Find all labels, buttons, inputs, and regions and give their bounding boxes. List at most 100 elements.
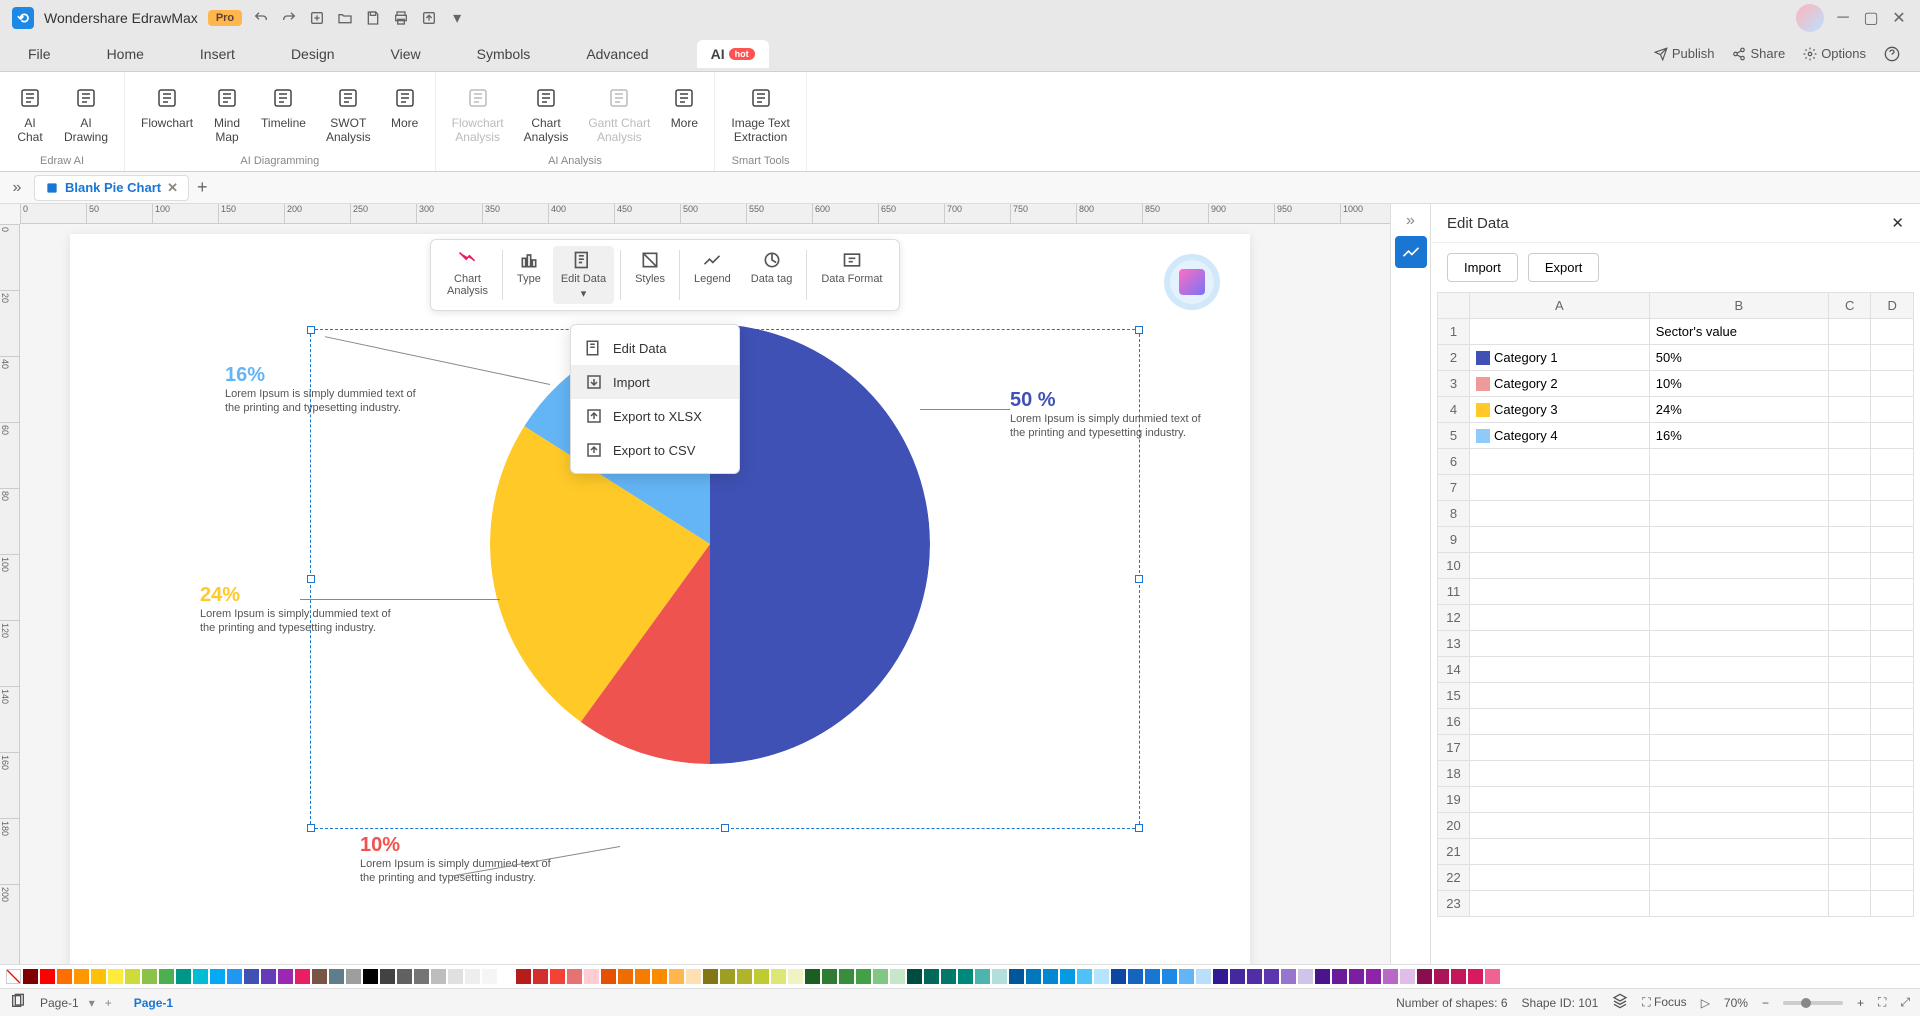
menu-symbols[interactable]: Symbols [469, 40, 539, 68]
ribbon-btn[interactable]: AI Drawing [60, 80, 112, 149]
export-icon[interactable] [420, 9, 438, 27]
color-swatch[interactable] [958, 969, 973, 984]
menu-home[interactable]: Home [99, 40, 152, 68]
color-swatch[interactable] [1026, 969, 1041, 984]
color-swatch[interactable] [1213, 969, 1228, 984]
page-tab[interactable]: Page-1 [126, 996, 181, 1010]
color-swatch[interactable] [1281, 969, 1296, 984]
color-swatch[interactable] [1145, 969, 1160, 984]
dd-export-xlsx[interactable]: Export to XLSX [571, 399, 739, 433]
color-swatch[interactable] [244, 969, 259, 984]
color-swatch[interactable] [74, 969, 89, 984]
color-swatch[interactable] [924, 969, 939, 984]
collapse-panel-icon[interactable]: » [1406, 212, 1415, 230]
menu-view[interactable]: View [383, 40, 429, 68]
color-swatch[interactable] [771, 969, 786, 984]
color-swatch[interactable] [669, 969, 684, 984]
color-swatch[interactable] [1400, 969, 1415, 984]
open-icon[interactable] [336, 9, 354, 27]
color-swatch[interactable] [703, 969, 718, 984]
color-swatch[interactable] [1060, 969, 1075, 984]
print-icon[interactable] [392, 9, 410, 27]
export-button[interactable]: Export [1528, 253, 1600, 282]
color-swatch[interactable] [1247, 969, 1262, 984]
help-icon[interactable] [1884, 46, 1900, 62]
ribbon-btn[interactable]: More [666, 80, 702, 134]
color-swatch[interactable] [397, 969, 412, 984]
color-swatch[interactable] [737, 969, 752, 984]
legend-button[interactable]: Legend [686, 246, 739, 304]
color-swatch[interactable] [380, 969, 395, 984]
color-swatch[interactable] [1383, 969, 1398, 984]
color-swatch[interactable] [1111, 969, 1126, 984]
color-swatch[interactable] [618, 969, 633, 984]
color-swatch[interactable] [1315, 969, 1330, 984]
menu-file[interactable]: File [20, 40, 59, 68]
color-swatch[interactable] [329, 969, 344, 984]
pages-icon[interactable] [10, 993, 26, 1012]
ai-assistant-icon[interactable] [1164, 254, 1220, 310]
undo-icon[interactable] [252, 9, 270, 27]
menu-insert[interactable]: Insert [192, 40, 243, 68]
color-swatch[interactable] [1451, 969, 1466, 984]
color-swatch[interactable] [941, 969, 956, 984]
color-swatch[interactable] [142, 969, 157, 984]
import-button[interactable]: Import [1447, 253, 1518, 282]
layers-icon[interactable] [1612, 993, 1628, 1012]
edit-data-button[interactable]: Edit Data ▾ [553, 246, 614, 304]
options-button[interactable]: Options [1803, 46, 1866, 62]
fit-icon[interactable]: ⛶ [1878, 995, 1886, 1010]
color-swatch[interactable] [346, 969, 361, 984]
dd-export-csv[interactable]: Export to CSV [571, 433, 739, 467]
dd-edit-data[interactable]: Edit Data [571, 331, 739, 365]
color-swatch[interactable] [363, 969, 378, 984]
new-icon[interactable] [308, 9, 326, 27]
color-swatch[interactable] [448, 969, 463, 984]
avatar[interactable] [1796, 4, 1824, 32]
more-icon[interactable]: ▾ [448, 9, 466, 27]
color-swatch[interactable] [686, 969, 701, 984]
color-swatch[interactable] [856, 969, 871, 984]
ribbon-btn[interactable]: SWOT Analysis [322, 80, 375, 149]
color-swatch[interactable] [414, 969, 429, 984]
menu-design[interactable]: Design [283, 40, 343, 68]
focus-button[interactable]: ⛶ Focus [1642, 995, 1686, 1010]
color-swatch[interactable] [652, 969, 667, 984]
ribbon-btn[interactable]: Mind Map [209, 80, 245, 149]
ribbon-btn[interactable]: More [387, 80, 423, 134]
dd-import[interactable]: Import [571, 365, 739, 399]
color-swatch[interactable] [210, 969, 225, 984]
fullscreen-icon[interactable]: ⤢ [1900, 995, 1910, 1010]
color-swatch[interactable] [890, 969, 905, 984]
play-icon[interactable]: ▷ [1701, 996, 1710, 1010]
save-icon[interactable] [364, 9, 382, 27]
color-swatch[interactable] [1230, 969, 1245, 984]
chart-analysis-button[interactable]: Chart Analysis [439, 246, 496, 304]
color-swatch[interactable] [312, 969, 327, 984]
menu-advanced[interactable]: Advanced [578, 40, 656, 68]
color-swatch[interactable] [1349, 969, 1364, 984]
color-swatch[interactable] [1196, 969, 1211, 984]
color-swatch[interactable] [601, 969, 616, 984]
color-swatch[interactable] [1179, 969, 1194, 984]
color-swatch[interactable] [1332, 969, 1347, 984]
color-swatch[interactable] [992, 969, 1007, 984]
color-swatch[interactable] [754, 969, 769, 984]
color-swatch[interactable] [278, 969, 293, 984]
color-swatch[interactable] [91, 969, 106, 984]
color-swatch[interactable] [1077, 969, 1092, 984]
zoom-in-icon[interactable]: + [1857, 996, 1864, 1010]
expand-sidebar-icon[interactable]: » [8, 179, 26, 197]
color-swatch[interactable] [482, 969, 497, 984]
color-swatch[interactable] [550, 969, 565, 984]
share-button[interactable]: Share [1732, 46, 1785, 62]
document-tab[interactable]: Blank Pie Chart ✕ [34, 175, 189, 201]
page-dropdown-icon[interactable]: ▾ [89, 996, 95, 1010]
color-swatch[interactable] [567, 969, 582, 984]
color-swatch[interactable] [1298, 969, 1313, 984]
color-swatch[interactable] [1468, 969, 1483, 984]
color-swatch[interactable] [584, 969, 599, 984]
color-swatch[interactable] [295, 969, 310, 984]
color-swatch[interactable] [975, 969, 990, 984]
color-swatch[interactable] [1094, 969, 1109, 984]
